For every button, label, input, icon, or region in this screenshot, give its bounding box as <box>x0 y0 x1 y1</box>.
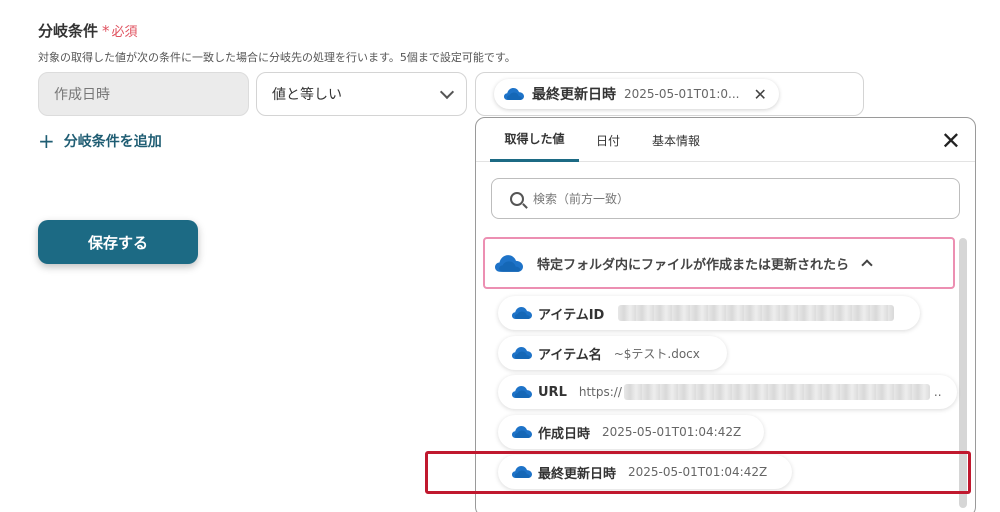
search-icon <box>510 191 524 206</box>
chevron-up-icon <box>861 259 873 271</box>
required-badge: * 必須 <box>102 22 138 40</box>
trigger-group-label: 特定フォルダ内にファイルが作成または更新されたら <box>537 257 850 273</box>
value-tag[interactable]: 最終更新日時 2025-05-01T01:0... ✕ <box>494 79 779 109</box>
source-field-value: 作成日時 <box>54 87 110 103</box>
value-tag-label: 最終更新日時 <box>532 87 616 103</box>
onedrive-cloud-icon <box>512 347 532 359</box>
list-item-value-suffix: .. <box>933 385 942 399</box>
plus-icon: + <box>38 129 55 153</box>
list-item-label: URL <box>538 384 567 400</box>
required-label: 必須 <box>111 25 138 40</box>
remove-tag-icon[interactable]: ✕ <box>753 85 766 104</box>
list-item-label: アイテムID <box>538 307 605 323</box>
list-item-created-at[interactable]: 作成日時 2025-05-01T01:04:42Z <box>498 415 764 449</box>
list-item-value: https:// <box>578 385 622 399</box>
section-description: 対象の取得した値が次の条件に一致した場合に分岐先の処理を行います。5個まで設定可… <box>38 51 516 64</box>
redacted-value <box>623 384 930 400</box>
onedrive-cloud-icon <box>512 386 532 398</box>
onedrive-cloud-icon <box>512 426 532 438</box>
operator-select-value: 値と等しい <box>272 87 342 103</box>
search-input[interactable]: 検索（前方一致） <box>491 178 960 219</box>
list-item-item-name[interactable]: アイテム名 ~$テスト.docx <box>498 336 727 370</box>
required-star: * <box>102 22 110 40</box>
value-field[interactable]: 最終更新日時 2025-05-01T01:0... ✕ <box>475 72 864 116</box>
list-item-label: アイテム名 <box>538 347 602 363</box>
source-field[interactable]: 作成日時 <box>38 72 249 116</box>
tab-basic-info[interactable]: 基本情報 <box>644 118 708 162</box>
add-condition-link[interactable]: + 分岐条件を追加 <box>38 131 162 151</box>
chevron-down-icon <box>439 84 455 99</box>
section-title: 分岐条件 * 必須 <box>38 20 138 41</box>
list-item-value: ~$テスト.docx <box>613 346 700 361</box>
section-title-text: 分岐条件 <box>38 22 99 40</box>
highlight-box <box>425 451 971 494</box>
onedrive-cloud-icon <box>495 255 523 272</box>
tab-acquired-values[interactable]: 取得した値 <box>490 118 579 162</box>
search-placeholder: 検索（前方一致） <box>533 192 630 206</box>
tab-bar: 取得した値 日付 基本情報 ✕ <box>476 118 975 162</box>
operator-select[interactable]: 値と等しい <box>256 72 467 116</box>
list-item-value: 2025-05-01T01:04:42Z <box>602 425 742 439</box>
redacted-value <box>618 305 895 321</box>
tab-date[interactable]: 日付 <box>588 118 628 162</box>
list-item-item-id[interactable]: アイテムID <box>498 296 920 330</box>
list-item-url[interactable]: URL https:// .. <box>498 375 957 409</box>
trigger-group-header[interactable]: 特定フォルダ内にファイルが作成または更新されたら <box>483 237 955 289</box>
add-condition-label: 分岐条件を追加 <box>63 134 162 150</box>
list-item-label: 作成日時 <box>538 426 591 442</box>
close-icon[interactable]: ✕ <box>941 129 961 153</box>
save-button[interactable]: 保存する <box>38 220 198 264</box>
onedrive-cloud-icon <box>504 88 524 100</box>
value-tag-value: 2025-05-01T01:0... <box>624 87 740 101</box>
onedrive-cloud-icon <box>512 307 532 319</box>
